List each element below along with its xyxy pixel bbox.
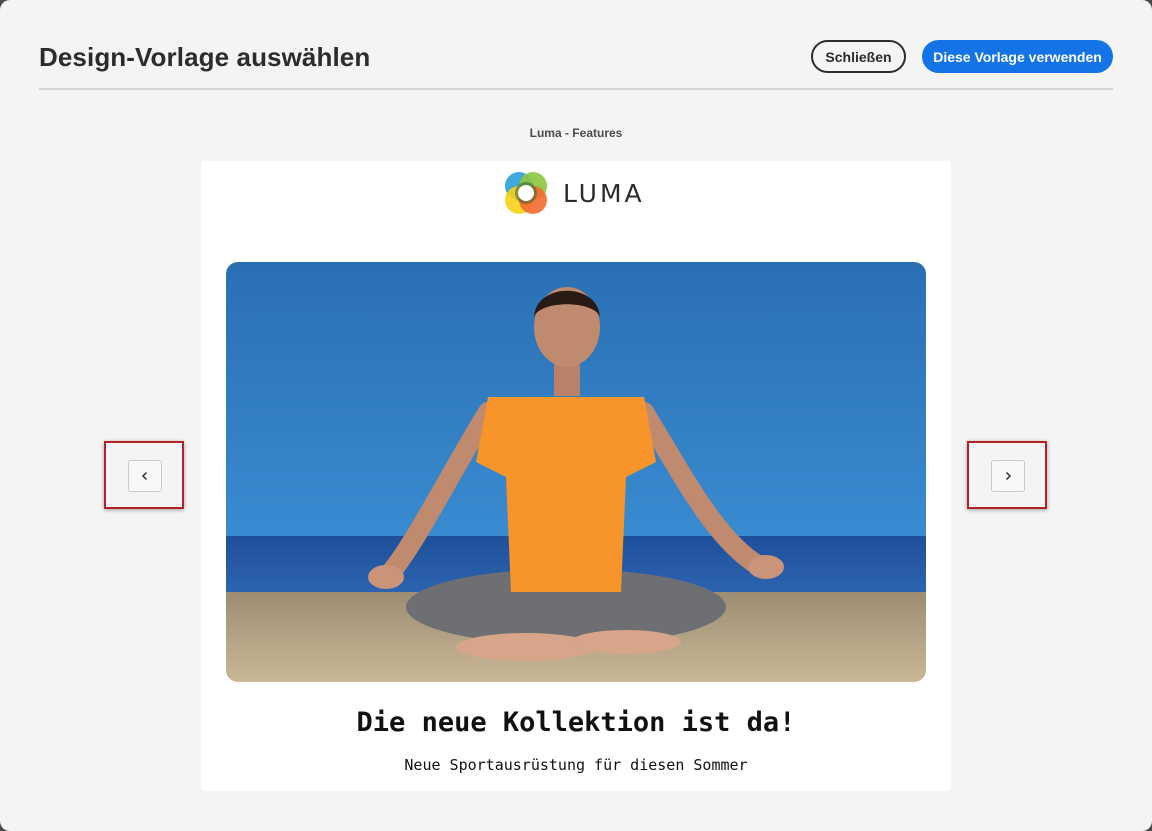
brand-name: LUMA — [563, 178, 645, 208]
template-name: Luma - Features — [529, 126, 623, 140]
template-picker-dialog: Design-Vorlage auswählen Schließen Diese… — [0, 0, 1152, 831]
next-highlight — [967, 441, 1047, 509]
chevron-left-icon — [141, 471, 148, 481]
template-preview: LUMA Die neue Kollektion ist da! Neue Sp… — [201, 161, 951, 791]
chevron-right-icon — [1005, 471, 1012, 481]
prev-template-button[interactable] — [128, 460, 162, 492]
header-divider — [39, 88, 1113, 90]
headline: Die neue Kollektion ist da! — [356, 707, 796, 738]
subline: Neue Sportausrüstung für diesen Sommer — [404, 756, 748, 774]
hero-image — [226, 262, 926, 682]
luma-logo: LUMA — [503, 170, 645, 216]
dialog-title: Design-Vorlage auswählen — [39, 42, 371, 72]
close-button[interactable]: Schließen — [811, 40, 906, 73]
luma-logo-icon — [505, 172, 547, 214]
next-template-button[interactable] — [991, 460, 1025, 492]
prev-highlight — [104, 441, 184, 509]
use-template-button[interactable]: Diese Vorlage verwenden — [922, 40, 1113, 73]
